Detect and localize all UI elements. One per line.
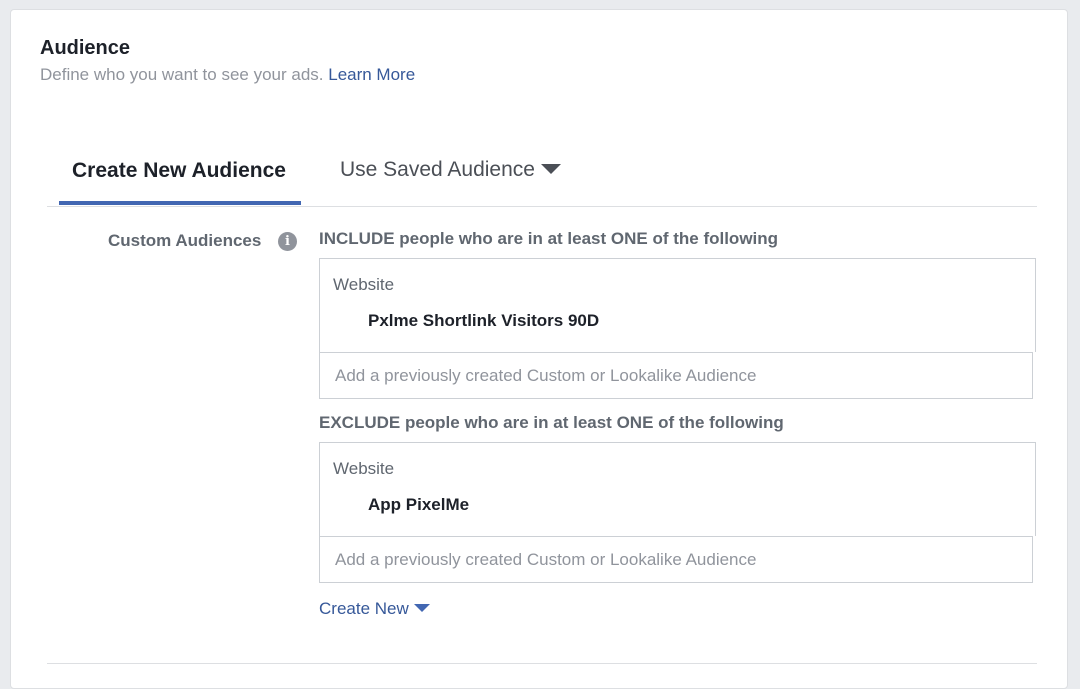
tab-create-new-audience[interactable]: Create New Audience bbox=[72, 159, 286, 183]
include-audience-type: Website bbox=[333, 275, 395, 294]
learn-more-link[interactable]: Learn More bbox=[328, 65, 415, 84]
audience-card: Audience Define who you want to see your… bbox=[10, 9, 1068, 689]
exclude-audience-item[interactable]: App PixelMe bbox=[368, 495, 469, 515]
include-audience-list: Website Pxlme Shortlink Visitors 90D bbox=[319, 258, 1036, 352]
exclude-audience-type: Website bbox=[333, 459, 395, 478]
bottom-divider bbox=[47, 663, 1037, 664]
tabs-divider bbox=[47, 206, 1037, 207]
create-new-label: Create New bbox=[319, 599, 409, 618]
exclude-heading: EXCLUDE people who are in at least ONE o… bbox=[319, 413, 784, 432]
exclude-audience-list: Website App PixelMe bbox=[319, 442, 1036, 536]
custom-audiences-label: Custom Audiences bbox=[108, 231, 262, 250]
tab-use-saved-audience[interactable]: Use Saved Audience bbox=[340, 158, 561, 182]
include-heading: INCLUDE people who are in at least ONE o… bbox=[319, 229, 779, 248]
subtitle-text: Define who you want to see your ads. bbox=[40, 65, 324, 84]
section-title: Audience bbox=[40, 37, 131, 59]
active-tab-indicator bbox=[59, 201, 301, 205]
include-audience-item[interactable]: Pxlme Shortlink Visitors 90D bbox=[368, 311, 599, 331]
include-audience-input[interactable]: Add a previously created Custom or Looka… bbox=[319, 352, 1033, 399]
exclude-audience-input[interactable]: Add a previously created Custom or Looka… bbox=[319, 536, 1033, 583]
create-new-dropdown[interactable]: Create New bbox=[319, 599, 430, 619]
section-subtitle: Define who you want to see your ads. Lea… bbox=[40, 65, 415, 85]
caret-down-icon bbox=[413, 604, 430, 613]
tab-use-saved-label: Use Saved Audience bbox=[340, 158, 535, 181]
caret-down-icon bbox=[540, 163, 561, 174]
info-icon[interactable]: i bbox=[278, 232, 297, 251]
